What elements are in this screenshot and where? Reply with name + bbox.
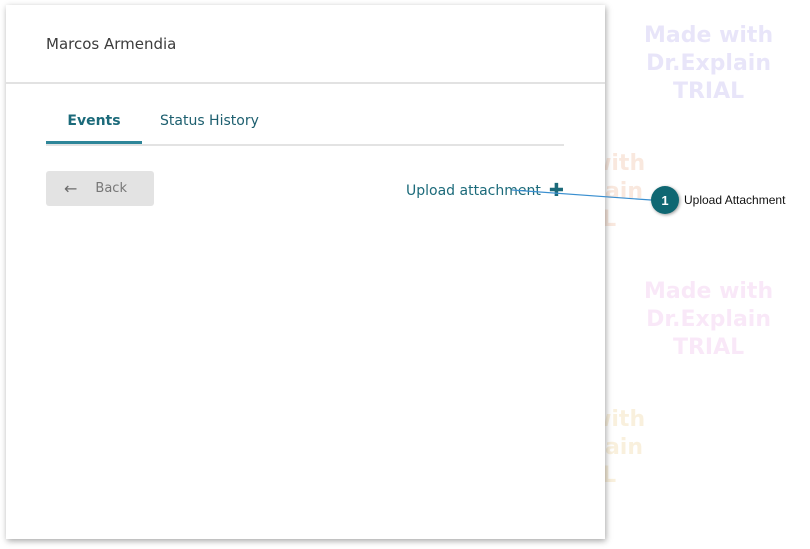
callout-label: Upload Attachment: [684, 193, 786, 207]
callout-connector: [511, 189, 652, 201]
callout-number-badge: 1: [651, 186, 679, 214]
